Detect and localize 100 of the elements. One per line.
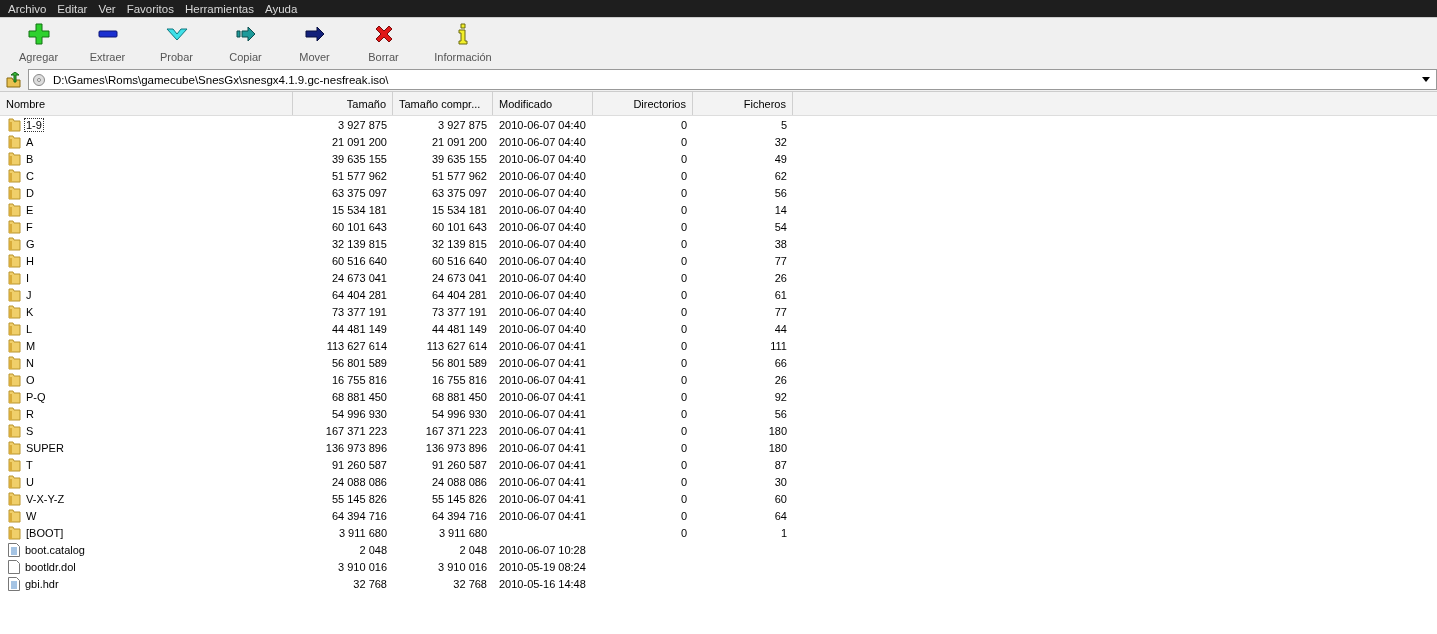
file-name[interactable]: C — [24, 168, 36, 183]
toolbar-button[interactable]: Mover — [280, 18, 349, 66]
folder-icon — [8, 440, 21, 455]
table-cell: 0 — [680, 441, 687, 454]
up-folder-button[interactable] — [4, 69, 24, 90]
table-cell: 87 — [774, 458, 787, 471]
table-cell: 0 — [680, 254, 687, 267]
disc-icon — [33, 73, 45, 86]
table-cell: 56 — [774, 186, 787, 199]
folder-icon — [8, 525, 21, 540]
table-cell: 44 481 149 — [431, 322, 487, 335]
column-header[interactable]: Tamaño — [293, 92, 393, 115]
table-cell: 3 927 875 — [438, 118, 487, 131]
text-file-icon — [8, 576, 20, 591]
table-cell: 167 371 223 — [425, 424, 487, 437]
file-name[interactable]: S — [24, 423, 36, 438]
table-cell: 32 — [774, 135, 787, 148]
table-cell: 21 091 200 — [331, 135, 387, 148]
toolbar-button[interactable]: Probar — [142, 18, 211, 66]
folder-icon — [8, 236, 21, 251]
table-cell: 49 — [774, 152, 787, 165]
menu-item[interactable]: Archivo — [8, 2, 47, 15]
file-name[interactable]: N — [24, 355, 36, 370]
column-header[interactable]: Nombre — [0, 92, 293, 115]
file-name[interactable]: P-Q — [24, 389, 48, 404]
menu-item[interactable]: Ver — [98, 2, 116, 15]
file-name[interactable]: boot.catalog — [23, 542, 87, 557]
toolbar-button[interactable]: Información — [418, 18, 508, 66]
column-header[interactable]: Ficheros — [693, 92, 793, 115]
table-cell: 0 — [680, 288, 687, 301]
table-cell: 2 048 — [459, 543, 487, 556]
table-cell: 60 101 643 — [331, 220, 387, 233]
folder-icon — [8, 202, 21, 217]
table-cell: 2010-06-07 10:28 — [499, 543, 586, 556]
table-cell: 2010-06-07 04:41 — [499, 441, 586, 454]
file-name[interactable]: A — [24, 134, 36, 149]
file-name[interactable]: L — [24, 321, 35, 336]
file-name[interactable]: gbi.hdr — [23, 576, 61, 591]
table-cell: 0 — [680, 152, 687, 165]
file-name[interactable]: G — [24, 236, 37, 251]
table-cell: 39 635 155 — [431, 152, 487, 165]
table-cell: 15 534 181 — [431, 203, 487, 216]
table-cell: 3 927 875 — [338, 118, 387, 131]
file-name[interactable]: bootldr.dol — [23, 559, 78, 574]
file-name[interactable]: O — [24, 372, 37, 387]
table-cell: 77 — [774, 254, 787, 267]
table-cell: 2010-06-07 04:41 — [499, 475, 586, 488]
file-name[interactable]: T — [24, 457, 35, 472]
menu-item[interactable]: Editar — [57, 2, 88, 15]
table-cell: 0 — [680, 390, 687, 403]
file-name[interactable]: J — [24, 287, 34, 302]
menu-item[interactable]: Favoritos — [126, 2, 174, 15]
folder-icon — [8, 372, 21, 387]
table-cell: 2010-06-07 04:40 — [499, 322, 586, 335]
table-cell: 0 — [680, 186, 687, 199]
file-name[interactable]: K — [24, 304, 36, 319]
file-name[interactable]: U — [24, 474, 36, 489]
table-cell: 73 377 191 — [331, 305, 387, 318]
table-cell: 2010-05-16 14:48 — [499, 577, 586, 590]
toolbar-button[interactable]: Extraer — [73, 18, 142, 66]
toolbar-button[interactable]: Borrar — [349, 18, 418, 66]
menu-item[interactable]: Herramientas — [184, 2, 254, 15]
table-cell: 60 — [774, 492, 787, 505]
file-name[interactable]: F — [24, 219, 35, 234]
address-field[interactable]: D:\Games\Roms\gamecube\SnesGx\snesgx4.1.9.gc-nesfreak.iso\ — [28, 69, 1437, 90]
column-header[interactable]: Modificado — [493, 92, 593, 115]
file-name[interactable]: SUPER — [24, 440, 66, 455]
table-cell: 39 635 155 — [331, 152, 387, 165]
file-name[interactable]: I — [24, 270, 32, 285]
table-cell: 2010-06-07 04:40 — [499, 220, 586, 233]
file-name[interactable]: M — [24, 338, 38, 353]
file-name[interactable]: H — [24, 253, 36, 268]
table-cell: 91 260 587 — [331, 458, 387, 471]
column-header[interactable]: Tamaño compr... — [393, 92, 493, 115]
table-cell: 0 — [680, 458, 687, 471]
toolbar-button[interactable]: Copiar — [211, 18, 280, 66]
folder-icon — [8, 151, 21, 166]
file-name[interactable]: V-X-Y-Z — [24, 491, 67, 506]
table-cell: 54 996 930 — [431, 407, 487, 420]
file-name[interactable]: R — [24, 406, 36, 421]
file-name[interactable]: E — [24, 202, 36, 217]
table-cell: 2010-06-07 04:40 — [499, 237, 586, 250]
file-name[interactable]: D — [24, 185, 36, 200]
file-icon — [8, 559, 20, 574]
file-name[interactable]: [BOOT] — [24, 525, 66, 540]
file-name[interactable]: B — [24, 151, 36, 166]
table-cell: 44 481 149 — [331, 322, 387, 335]
table-cell: 113 627 614 — [426, 339, 487, 352]
menu-item[interactable]: Ayuda — [265, 2, 298, 15]
table-cell: 64 394 716 — [331, 509, 387, 522]
toolbar-button[interactable]: Agregar — [4, 18, 73, 66]
column-header[interactable]: Directorios — [593, 92, 693, 115]
folder-icon — [8, 338, 21, 353]
table-cell: 64 404 281 — [331, 288, 387, 301]
dropdown-arrow-icon[interactable] — [1422, 77, 1430, 82]
file-name[interactable]: 1-9 — [24, 117, 44, 132]
file-name[interactable]: W — [24, 508, 39, 523]
table-cell: 64 404 281 — [431, 288, 487, 301]
folder-icon — [8, 304, 21, 319]
plus-icon — [27, 23, 50, 45]
